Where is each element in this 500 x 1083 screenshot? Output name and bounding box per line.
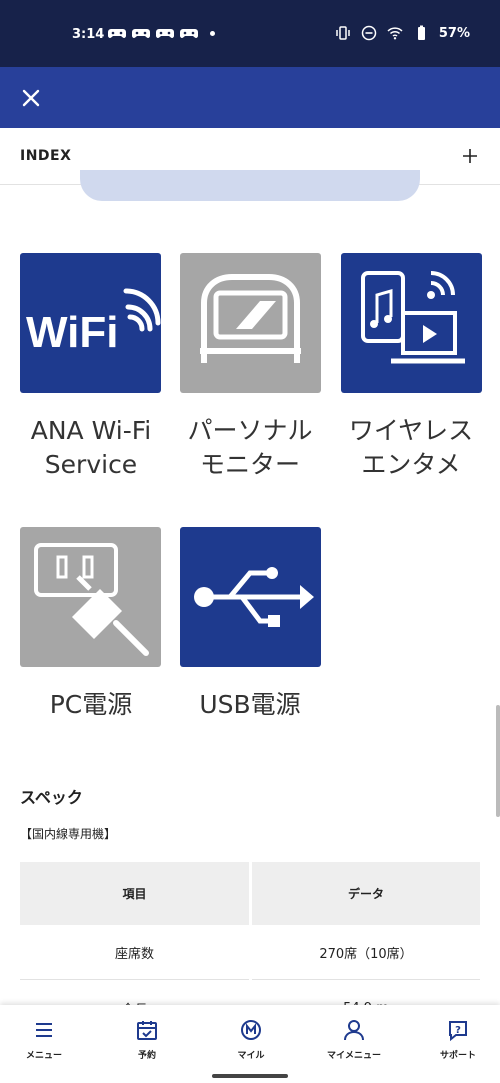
- system-icons: 57%: [335, 25, 470, 41]
- battery-percentage: 57%: [438, 25, 470, 41]
- vibrate-icon: [336, 26, 350, 40]
- index-label: INDEX: [20, 148, 72, 164]
- personal-monitor-tile[interactable]: [180, 253, 321, 393]
- nav-support-label: サポート: [439, 1051, 476, 1061]
- usb-power-tile[interactable]: [180, 527, 321, 667]
- nav-booking[interactable]: 予約: [97, 1005, 197, 1067]
- plus-icon: [463, 149, 477, 163]
- spec-cell-value: 270席（10席）: [252, 925, 480, 980]
- close-icon: [22, 89, 40, 107]
- wifi-signal-icon: [387, 27, 403, 40]
- nav-menu[interactable]: メニュー: [0, 1005, 94, 1067]
- wifi-service-label: ANA Wi-Fi Service: [30, 416, 152, 479]
- support-icon: ?: [449, 1021, 467, 1042]
- scrollbar[interactable]: [496, 705, 500, 817]
- monitor-icon: [200, 274, 301, 363]
- battery-icon: [417, 25, 425, 40]
- wireless-entertainment-tile[interactable]: [341, 253, 482, 393]
- power-plug-icon: [34, 543, 149, 656]
- nav-booking-label: 予約: [137, 1051, 156, 1061]
- more-notifications-dot: [210, 30, 215, 36]
- do-not-disturb-icon: [361, 25, 377, 41]
- usb-icon: [194, 567, 314, 627]
- spec-subtitle: 【国内線専用機】: [20, 827, 117, 841]
- pc-power-label: PC電源: [49, 690, 133, 719]
- spec-section-title: スペック: [20, 788, 83, 807]
- game-controller-icon: [108, 29, 126, 38]
- index-expand-button[interactable]: [456, 142, 484, 170]
- wireless-entertainment-icon: [361, 271, 465, 364]
- nav-my-menu-label: マイメニュー: [326, 1051, 381, 1061]
- notification-icons: [108, 25, 215, 41]
- spec-cell-label: 座席数: [20, 925, 249, 980]
- svg-text:?: ?: [455, 1025, 461, 1036]
- pc-power-tile[interactable]: [20, 527, 161, 667]
- wireless-entertainment-label: ワイヤレス エンタメ: [348, 416, 474, 479]
- close-button[interactable]: [14, 81, 48, 115]
- mileage-icon: [241, 1020, 261, 1040]
- bottom-navigation: メニュー 予約 マイル マイメニュー ? サポート: [0, 1005, 500, 1067]
- personal-monitor-label: パーソナル モニター: [187, 416, 313, 479]
- nav-support[interactable]: ? サポート: [408, 1005, 500, 1067]
- menu-icon: [36, 1023, 52, 1037]
- home-gesture-bar[interactable]: [212, 1074, 288, 1078]
- spec-header-item: 項目: [20, 862, 249, 925]
- wifi-tile-text: WiFi: [26, 308, 118, 357]
- game-controller-icon: [156, 29, 174, 38]
- person-icon: [344, 1020, 364, 1041]
- app-header: [0, 67, 500, 128]
- usb-power-label: USB電源: [199, 690, 301, 719]
- status-bar: 3:14 57%: [0, 0, 500, 67]
- wifi-icon: WiFi: [26, 288, 161, 357]
- decorative-banner-edge: [80, 170, 420, 201]
- nav-my-menu[interactable]: マイメニュー: [304, 1005, 404, 1067]
- game-controller-icon: [180, 29, 198, 38]
- game-controller-icon: [132, 29, 150, 38]
- wifi-service-tile[interactable]: WiFi: [20, 253, 161, 393]
- nav-menu-label: メニュー: [25, 1051, 62, 1061]
- status-time: 3:14: [72, 27, 105, 42]
- nav-mileage-label: マイル: [237, 1051, 265, 1061]
- calendar-icon: [137, 1021, 157, 1040]
- spec-header-data: データ: [252, 862, 480, 925]
- nav-mileage[interactable]: マイル: [201, 1005, 301, 1067]
